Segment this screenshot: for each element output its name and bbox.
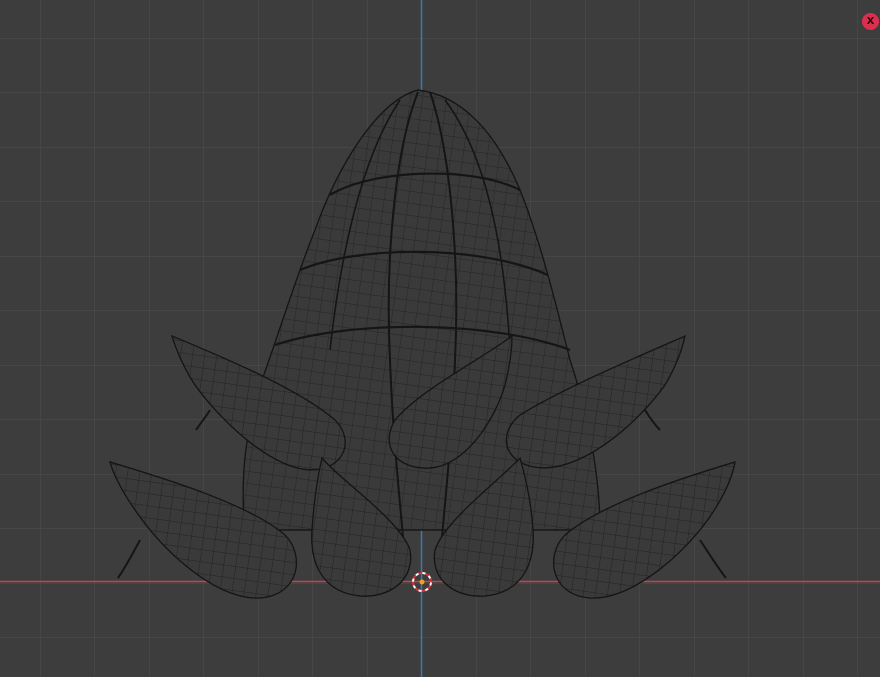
close-icon[interactable]: X (862, 13, 879, 30)
3d-viewport[interactable]: X (0, 0, 880, 677)
